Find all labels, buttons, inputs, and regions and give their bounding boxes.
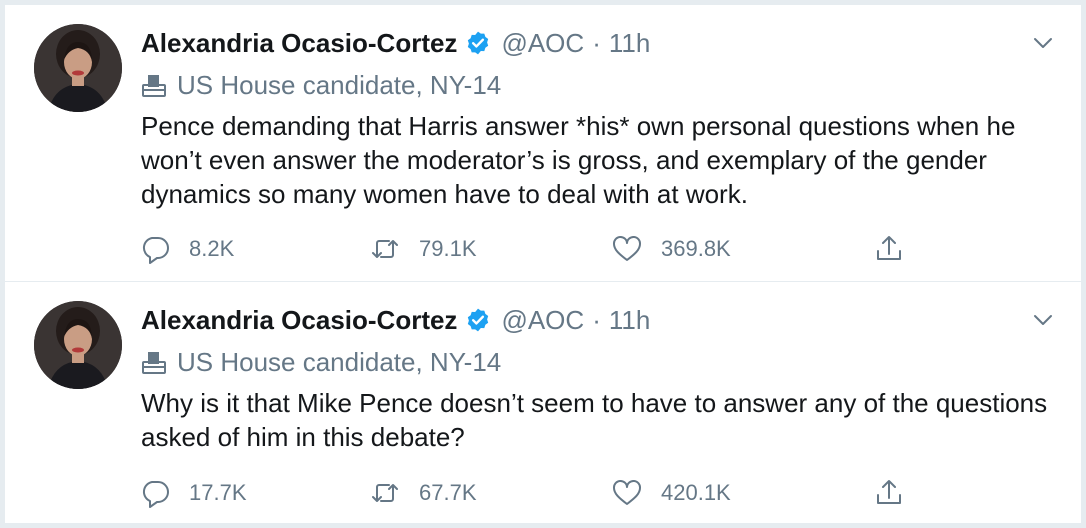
reply-icon bbox=[142, 237, 169, 264]
like-count: 420.1K bbox=[661, 480, 731, 505]
retweet-icon bbox=[372, 240, 398, 258]
tweet-header: Alexandria Ocasio-Cortez @AOC · 11h bbox=[141, 23, 650, 63]
separator-dot: · bbox=[592, 27, 601, 58]
label-text: US House candidate, NY-14 bbox=[177, 346, 502, 377]
author-handle[interactable]: @AOC bbox=[501, 28, 584, 59]
ballot-box-icon bbox=[141, 349, 167, 375]
label-text: US House candidate, NY-14 bbox=[177, 69, 502, 100]
reply-count: 8.2K bbox=[189, 236, 235, 261]
reply-button[interactable]: 8.2K bbox=[139, 229, 234, 269]
share-icon bbox=[877, 236, 901, 260]
reply-icon bbox=[142, 481, 169, 508]
tweet-timestamp[interactable]: 11h bbox=[609, 305, 650, 336]
retweet-button[interactable]: 79.1K bbox=[369, 229, 477, 269]
retweet-icon bbox=[372, 484, 398, 502]
verified-badge-icon bbox=[465, 307, 491, 333]
ballot-box-icon bbox=[141, 72, 167, 98]
reply-count: 17.7K bbox=[189, 480, 247, 505]
avatar[interactable] bbox=[34, 301, 122, 389]
author-name[interactable]: Alexandria Ocasio-Cortez bbox=[141, 305, 457, 336]
separator-dot: · bbox=[592, 304, 601, 335]
tweet-actions: 8.2K 79.1K 369.8K bbox=[139, 229, 929, 269]
verified-badge-icon bbox=[465, 30, 491, 56]
tweet[interactable]: Alexandria Ocasio-Cortez @AOC · 11h US H… bbox=[5, 5, 1081, 282]
author-handle[interactable]: @AOC bbox=[501, 305, 584, 336]
share-button[interactable] bbox=[873, 473, 905, 513]
tweet[interactable]: Alexandria Ocasio-Cortez @AOC · 11h US H… bbox=[5, 282, 1081, 523]
candidate-label: US House candidate, NY-14 bbox=[141, 342, 501, 382]
tweet-text: Pence demanding that Harris answer *his*… bbox=[141, 111, 1016, 209]
retweet-count: 67.7K bbox=[419, 480, 477, 505]
like-button[interactable]: 420.1K bbox=[611, 473, 731, 513]
tweet-header: Alexandria Ocasio-Cortez @AOC · 11h bbox=[141, 300, 650, 340]
retweet-count: 79.1K bbox=[419, 236, 477, 261]
timeline: Alexandria Ocasio-Cortez @AOC · 11h US H… bbox=[5, 5, 1081, 523]
tweet-actions: 17.7K 67.7K 420.1K bbox=[139, 473, 929, 513]
chevron-down-icon[interactable] bbox=[1027, 304, 1059, 336]
share-button[interactable] bbox=[873, 229, 905, 269]
avatar[interactable] bbox=[34, 24, 122, 112]
chevron-down-icon[interactable] bbox=[1027, 27, 1059, 59]
heart-icon bbox=[613, 236, 641, 261]
retweet-button[interactable]: 67.7K bbox=[369, 473, 477, 513]
author-name[interactable]: Alexandria Ocasio-Cortez bbox=[141, 28, 457, 59]
candidate-label: US House candidate, NY-14 bbox=[141, 65, 501, 105]
tweet-text: Why is it that Mike Pence doesn’t seem t… bbox=[141, 388, 1048, 452]
like-button[interactable]: 369.8K bbox=[611, 229, 731, 269]
share-icon bbox=[877, 480, 901, 504]
tweet-timestamp[interactable]: 11h bbox=[609, 28, 650, 59]
like-count: 369.8K bbox=[661, 236, 731, 261]
reply-button[interactable]: 17.7K bbox=[139, 473, 247, 513]
heart-icon bbox=[613, 480, 641, 505]
